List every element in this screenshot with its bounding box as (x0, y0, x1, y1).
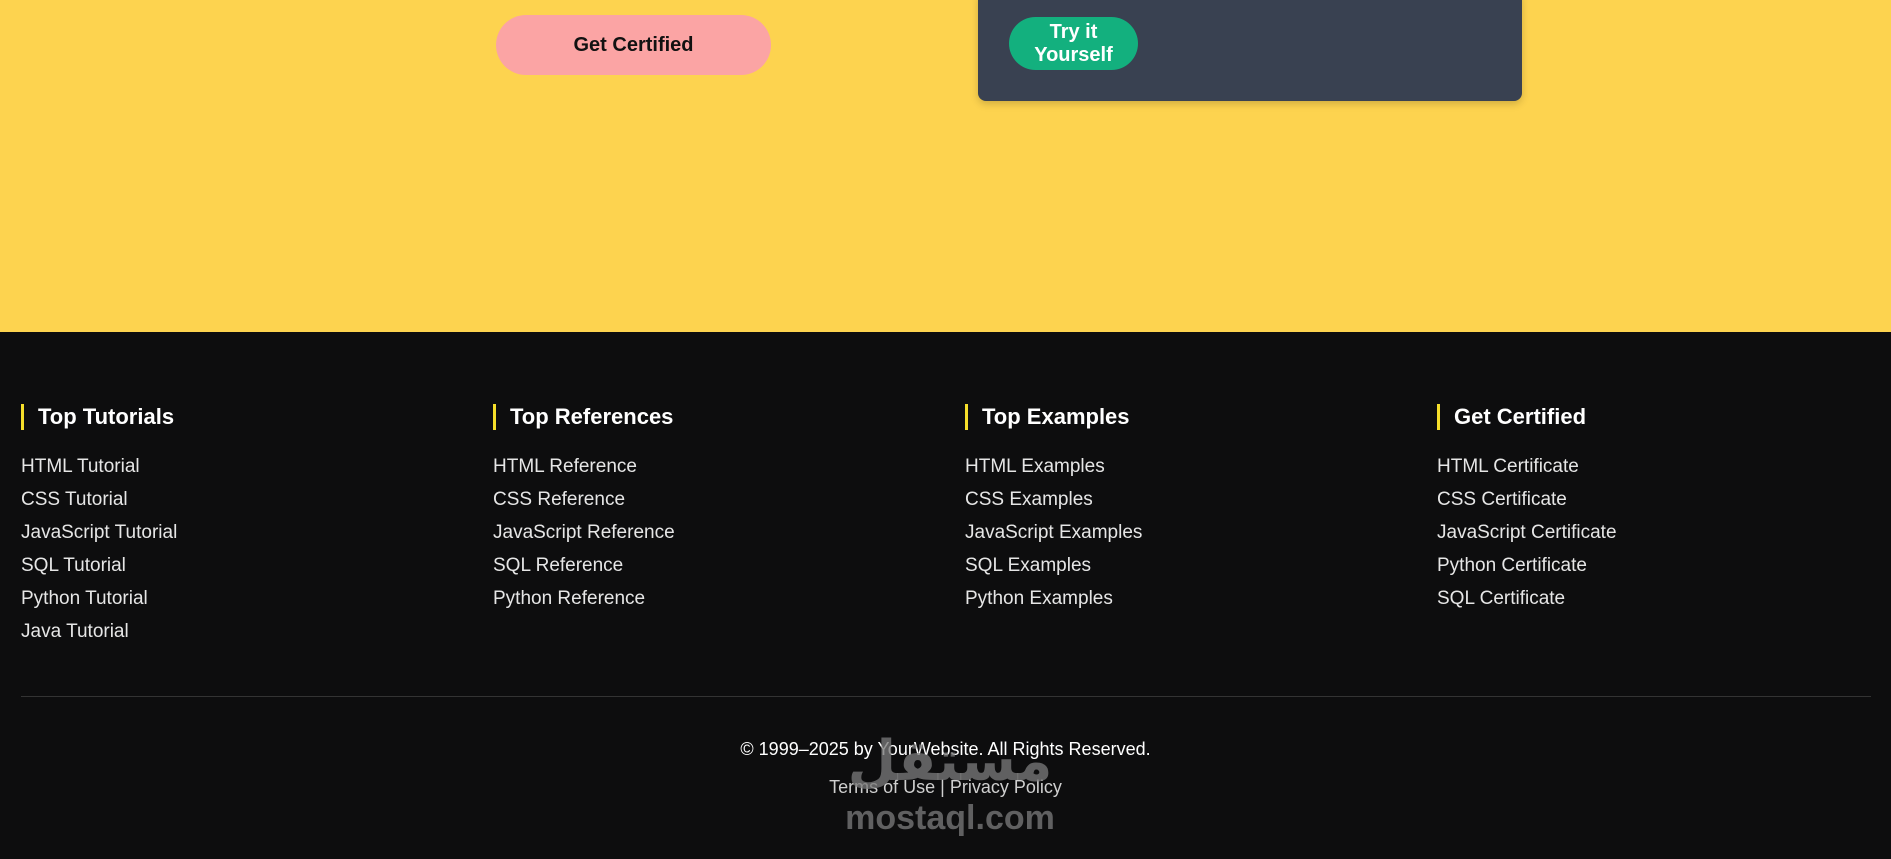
footer-column-title: Top Examples (965, 404, 1405, 430)
footer-link-list: HTML Tutorial CSS Tutorial JavaScript Tu… (21, 450, 461, 648)
footer-column-title: Top References (493, 404, 933, 430)
footer-link[interactable]: SQL Reference (493, 555, 623, 576)
footer-link[interactable]: HTML Examples (965, 456, 1105, 477)
footer-link[interactable]: Python Tutorial (21, 588, 148, 609)
footer-link-list: HTML Examples CSS Examples JavaScript Ex… (965, 450, 1405, 615)
site-footer: Top Tutorials HTML Tutorial CSS Tutorial… (0, 332, 1891, 859)
footer-link[interactable]: CSS Examples (965, 489, 1093, 510)
footer-link[interactable]: CSS Tutorial (21, 489, 128, 510)
footer-link[interactable]: Java Tutorial (21, 621, 129, 642)
footer-column-title: Top Tutorials (21, 404, 461, 430)
footer-link[interactable]: CSS Certificate (1437, 489, 1567, 510)
footer-column-examples: Top Examples HTML Examples CSS Examples … (965, 404, 1405, 615)
footer-link[interactable]: JavaScript Certificate (1437, 522, 1617, 543)
footer-column-references: Top References HTML Reference CSS Refere… (493, 404, 933, 615)
footer-link[interactable]: Python Reference (493, 588, 645, 609)
privacy-policy-link[interactable]: Privacy Policy (950, 777, 1062, 797)
footer-link[interactable]: CSS Reference (493, 489, 625, 510)
footer-link-list: HTML Reference CSS Reference JavaScript … (493, 450, 933, 615)
footer-link[interactable]: HTML Reference (493, 456, 637, 477)
footer-link[interactable]: Python Certificate (1437, 555, 1587, 576)
try-it-yourself-button[interactable]: Try it Yourself (1009, 17, 1138, 70)
footer-link[interactable]: HTML Certificate (1437, 456, 1579, 477)
footer-link[interactable]: JavaScript Tutorial (21, 522, 177, 543)
get-certified-button[interactable]: Get Certified (496, 15, 771, 75)
footer-link[interactable]: SQL Certificate (1437, 588, 1565, 609)
copyright-text: © 1999–2025 by YourWebsite. All Rights R… (740, 739, 1151, 759)
footer-column-tutorials: Top Tutorials HTML Tutorial CSS Tutorial… (21, 404, 461, 648)
hero-section: Get Certified Try it Yourself (0, 0, 1891, 332)
legal-links: Terms of Use | Privacy Policy (0, 777, 1891, 798)
footer-link[interactable]: SQL Tutorial (21, 555, 126, 576)
footer-column-certified: Get Certified HTML Certificate CSS Certi… (1437, 404, 1877, 615)
footer-link[interactable]: SQL Examples (965, 555, 1091, 576)
link-separator: | (940, 777, 945, 797)
terms-of-use-link[interactable]: Terms of Use (829, 777, 935, 797)
footer-link[interactable]: JavaScript Examples (965, 522, 1142, 543)
footer-column-title: Get Certified (1437, 404, 1877, 430)
footer-divider (21, 696, 1871, 697)
footer-link[interactable]: Python Examples (965, 588, 1113, 609)
footer-link[interactable]: JavaScript Reference (493, 522, 675, 543)
footer-link[interactable]: HTML Tutorial (21, 456, 140, 477)
footer-link-list: HTML Certificate CSS Certificate JavaScr… (1437, 450, 1877, 615)
code-example-card: Try it Yourself (978, 0, 1522, 101)
